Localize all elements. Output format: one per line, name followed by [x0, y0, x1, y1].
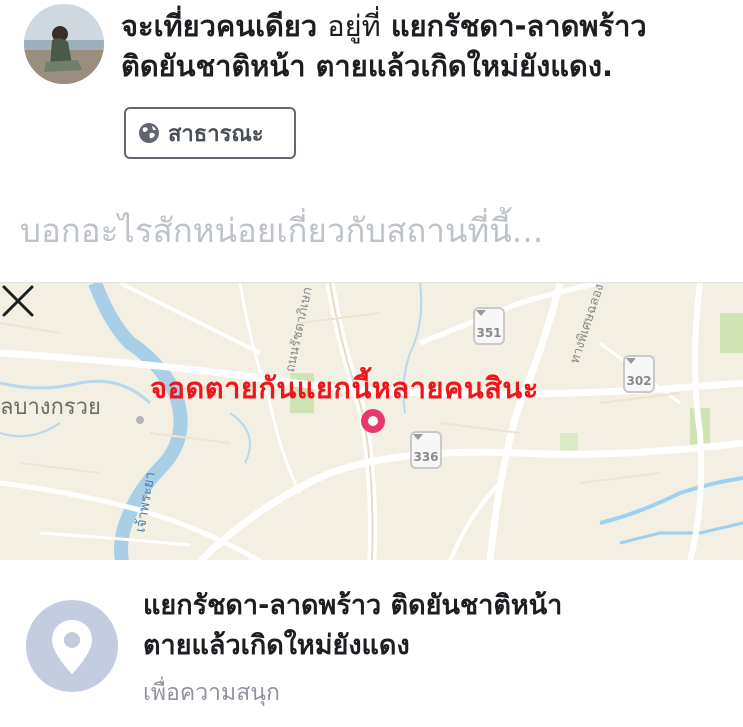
location-link-line1[interactable]: แยกรัชดา-ลาดพร้าว — [391, 9, 647, 43]
map-caption: จอดตายกันแยกนี้หลายคนสินะ — [150, 371, 539, 405]
at-text: อยู่ที่ — [327, 9, 381, 43]
route-number: 336 — [413, 450, 439, 464]
place-name-line1: แยกรัชดา-ลาดพร้าว ติดยันชาติหน้า — [143, 590, 563, 621]
map-district-label: ลบางกรวย — [0, 395, 101, 420]
place-icon-circle — [26, 600, 118, 692]
map-preview[interactable]: ลบางกรวย ถนนรัชดาภิเษก ทางพิเศษฉลอง เจ้า… — [0, 282, 743, 561]
place-name: แยกรัชดา-ลาดพร้าว ติดยันชาติหน้า ตายแล้ว… — [143, 586, 733, 666]
route-badge-336: 336 — [410, 431, 442, 469]
highway-shield-icon — [626, 358, 636, 364]
globe-icon — [139, 123, 159, 143]
location-pin-icon — [52, 620, 92, 674]
route-number: 351 — [476, 326, 502, 340]
place-category: เพื่อความสนุก — [143, 680, 280, 706]
route-badge-351: 351 — [473, 307, 505, 345]
avatar[interactable] — [24, 4, 104, 84]
location-pin-marker — [361, 409, 385, 433]
highway-shield-icon — [413, 434, 423, 440]
location-link-line2[interactable]: ติดยันชาติหน้า ตายแล้วเกิดใหม่ยังแดง. — [121, 49, 613, 83]
close-icon[interactable] — [0, 283, 36, 319]
composer-input[interactable]: บอกอะไรสักหน่อยเกี่ยวกับสถานที่นี้... — [20, 208, 720, 254]
place-name-line2: ตายแล้วเกิดใหม่ยังแดง — [143, 630, 410, 661]
avatar-photo — [24, 4, 104, 84]
route-number: 302 — [626, 374, 652, 388]
status-text: จะเที่ยวคนเดียว — [121, 9, 318, 43]
privacy-label: สาธารณะ — [168, 121, 264, 147]
place-card[interactable]: แยกรัชดา-ลาดพร้าว ติดยันชาติหน้า ตายแล้ว… — [0, 560, 743, 727]
route-badge-302: 302 — [623, 355, 655, 393]
privacy-selector-button[interactable]: สาธารณะ — [124, 107, 296, 159]
post-header: จะเที่ยวคนเดียว อยู่ที่ แยกรัชดา-ลาดพร้า… — [121, 6, 736, 86]
highway-shield-icon — [476, 310, 486, 316]
